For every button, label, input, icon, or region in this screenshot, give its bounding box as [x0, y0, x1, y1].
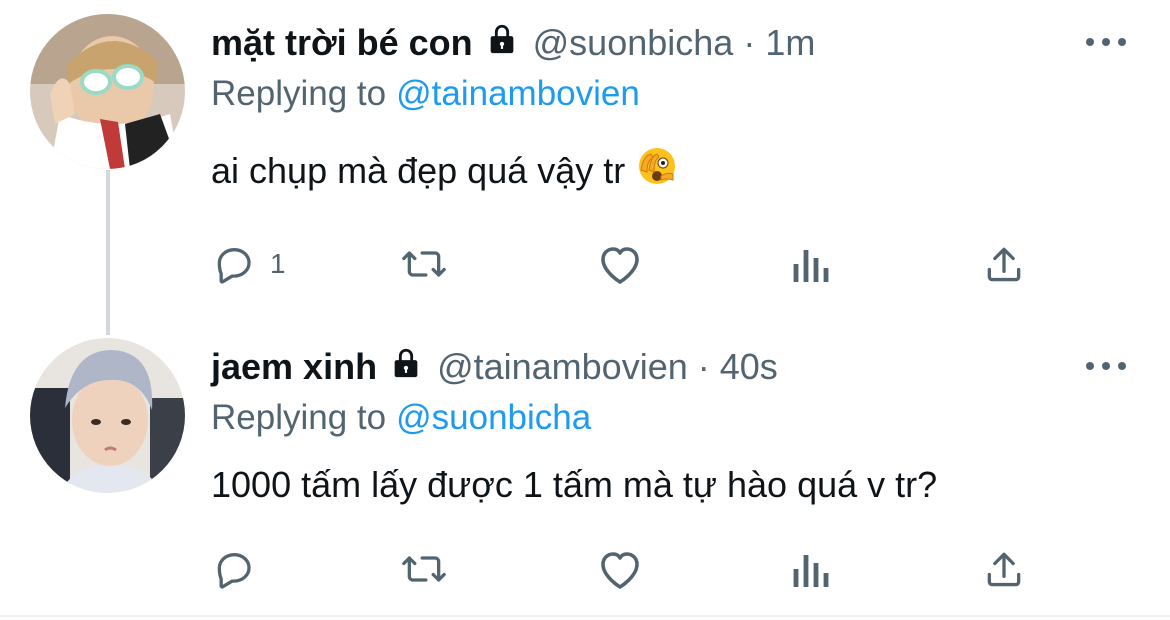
avatar[interactable] — [30, 338, 185, 493]
reply-button[interactable] — [212, 545, 270, 593]
share-icon — [982, 547, 1026, 591]
tweet-header: jaem xinh @tainambovien · 40s — [211, 344, 778, 390]
timestamp[interactable]: 40s — [720, 346, 778, 388]
like-button[interactable] — [596, 240, 644, 288]
replying-to: Replying to @tainambovien — [211, 74, 640, 114]
replying-prefix: Replying to — [211, 398, 387, 437]
retweet-icon — [400, 242, 448, 286]
reply-icon — [212, 547, 256, 591]
lock-icon — [389, 346, 423, 389]
reply-count: 1 — [270, 248, 286, 279]
analytics-icon — [792, 547, 832, 591]
mention-link[interactable]: @suonbicha — [396, 398, 591, 437]
share-button[interactable] — [982, 240, 1026, 288]
replying-to: Replying to @suonbicha — [211, 398, 591, 438]
share-button[interactable] — [982, 545, 1026, 593]
like-icon — [596, 547, 644, 591]
divider — [0, 615, 1170, 617]
replying-prefix: Replying to — [211, 74, 387, 113]
retweet-icon — [400, 547, 448, 591]
tweet-text-content: ai chụp mà đẹp quá vậy tr — [211, 149, 626, 191]
user-handle[interactable]: @tainambovien — [437, 346, 688, 388]
analytics-button[interactable] — [792, 545, 832, 593]
reply-button[interactable]: 1 — [212, 240, 286, 288]
lock-icon — [485, 22, 519, 65]
analytics-button[interactable] — [792, 240, 832, 288]
display-name[interactable]: mặt trời bé con — [211, 22, 473, 64]
avatar[interactable] — [30, 14, 185, 169]
more-icon[interactable] — [1086, 32, 1126, 52]
timestamp[interactable]: 1m — [765, 22, 815, 64]
tweet-text: 1000 tấm lấy được 1 tấm mà tự hào quá v … — [211, 464, 937, 506]
user-handle[interactable]: @suonbicha — [533, 22, 734, 64]
tweet-text: ai chụp mà đẹp quá vậy tr — [211, 146, 677, 195]
tweet-1[interactable]: mặt trời bé con @suonbicha · 1m Replying… — [0, 0, 1170, 320]
like-icon — [596, 242, 644, 286]
retweet-button[interactable] — [400, 545, 448, 593]
separator-dot: · — [697, 346, 710, 387]
analytics-icon — [792, 242, 832, 286]
tweet-text-content: 1000 tấm lấy được 1 tấm mà tự hào quá v … — [211, 464, 938, 505]
share-icon — [982, 242, 1026, 286]
tweet-actions: 1 — [212, 240, 1032, 288]
tweet-2[interactable]: jaem xinh @tainambovien · 40s Replying t… — [0, 330, 1170, 620]
more-icon[interactable] — [1086, 356, 1126, 376]
retweet-button[interactable] — [400, 240, 448, 288]
face-with-peeking-eye-icon — [637, 146, 677, 195]
tweet-header: mặt trời bé con @suonbicha · 1m — [211, 20, 815, 66]
display-name[interactable]: jaem xinh — [211, 346, 377, 388]
reply-icon — [212, 242, 256, 286]
mention-link[interactable]: @tainambovien — [396, 74, 640, 113]
like-button[interactable] — [596, 545, 644, 593]
separator-dot: · — [743, 22, 756, 63]
tweet-actions — [212, 545, 1032, 593]
